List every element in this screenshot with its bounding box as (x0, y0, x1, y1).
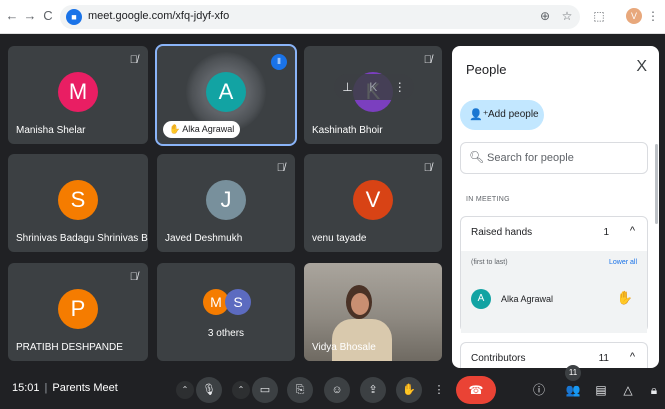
mic-off-icon: 🎙̸ (129, 271, 138, 283)
participant-name-chip: ✋ Alka Agrawal (163, 121, 241, 138)
participant-tile[interactable]: S Shrinivas Badagu Shrinivas Ba... (8, 154, 148, 252)
forward-icon[interactable]: → (22, 8, 38, 24)
search-icon: 🔍︎ (469, 150, 485, 164)
video-person-body (332, 319, 392, 361)
video-settings-chevron-icon[interactable]: ⌃ (232, 381, 250, 399)
chat-icon[interactable]: ▤ (591, 380, 611, 400)
avatar: V (353, 180, 393, 220)
participant-name: Manisha Shelar (16, 125, 86, 136)
others-label: 3 others (207, 328, 245, 339)
search-box[interactable]: 🔍︎ (460, 142, 648, 174)
chevron-up-icon[interactable]: ^ (630, 351, 635, 363)
meeting-controls-bar: 15:01 | Parents Meet ⌃ 🎙︎ ⌃ ▭ ⎘ ☺ ⇪ ✋ ⋮ ☎ … (0, 365, 665, 409)
audio-settings-chevron-icon[interactable]: ⌃ (176, 381, 194, 399)
browser-toolbar: ← → C ■ meet.google.com/xfq-jdyf-xfo ⊕ ☆… (0, 0, 665, 34)
people-count-badge: 11 (565, 365, 581, 381)
list-item[interactable]: A Alka Agrawal ✋ (471, 289, 641, 311)
add-people-label: Add people (488, 109, 539, 120)
in-meeting-heading: IN MEETING (466, 196, 510, 203)
participant-video-tile[interactable]: Vidya Bhosale (304, 263, 442, 361)
mic-button[interactable]: 🎙︎ (196, 377, 222, 403)
present-button[interactable]: ⇪ (360, 377, 386, 403)
url-text[interactable]: meet.google.com/xfq-jdyf-xfo (88, 10, 229, 22)
lower-all-button[interactable]: Lower all (609, 259, 637, 266)
avatar: J (206, 180, 246, 220)
extensions-icon[interactable]: ⬚ (590, 7, 608, 25)
section-label: Contributors (471, 353, 526, 364)
participant-tile[interactable]: 🎙̸ P PRATIBH DESHPANDE (8, 263, 148, 361)
raised-hands-section: Raised hands 1 ^ (first to last) Lower a… (460, 216, 648, 333)
participant-tile[interactable]: 🎙̸ V venu tayade (304, 154, 442, 252)
add-people-button[interactable]: 👤⁺ Add people (460, 100, 544, 130)
participant-name: Javed Deshmukh (165, 233, 243, 244)
panel-title: People (466, 62, 507, 77)
speaking-indicator-icon: ⦀ (271, 54, 287, 70)
mic-off-icon: 🎙̸ (129, 54, 138, 66)
order-hint: (first to last) (471, 259, 508, 266)
info-icon[interactable]: ⓘ (529, 380, 549, 400)
host-controls-icon[interactable]: 🔒︎ (644, 380, 664, 400)
mic-off-icon: 🎙̸ (423, 54, 432, 66)
section-count: 1 (603, 227, 609, 238)
contributors-section[interactable]: Contributors 11 ^ (460, 342, 648, 368)
participant-name: Kashinath Bhoir (312, 125, 383, 136)
close-icon[interactable]: X (636, 58, 647, 76)
chevron-up-icon[interactable]: ^ (630, 225, 635, 237)
tile-hover-controls: ⊥ K ⋮ (334, 74, 414, 100)
raised-hands-list: (first to last) Lower all A Alka Agrawal… (461, 251, 647, 333)
avatar: A (206, 72, 246, 112)
participant-tile[interactable]: 🎙̸ M Manisha Shelar (8, 46, 148, 144)
others-tile[interactable]: M S 3 others (157, 263, 295, 361)
participant-tile[interactable]: 🎙̸ K ⊥ K ⋮ Kashinath Bhoir (304, 46, 442, 144)
avatar: P (58, 289, 98, 329)
avatar: S (225, 289, 251, 315)
participant-tile[interactable]: 🎙̸ J Javed Deshmukh (157, 154, 295, 252)
participant-tile-active-speaker[interactable]: A ⦀ ✋ Alka Agrawal (155, 44, 297, 146)
participant-name: PRATIBH DESHPANDE (16, 342, 123, 353)
participant-name: Vidya Bhosale (312, 342, 376, 353)
participant-name: Shrinivas Badagu Shrinivas Ba... (16, 233, 148, 244)
pin-icon[interactable]: ⊥ (342, 74, 352, 100)
participant-name: Alka Agrawal (501, 294, 554, 304)
people-panel: People X 👤⁺ Add people 🔍︎ IN MEETING Rai… (452, 46, 659, 368)
address-bar[interactable]: ■ meet.google.com/xfq-jdyf-xfo (60, 5, 580, 29)
meet-stage: 🎙̸ M Manisha Shelar A ⦀ ✋ Alka Agrawal 🎙… (0, 34, 665, 409)
meeting-name: Parents Meet (52, 382, 118, 394)
section-count: 11 (598, 353, 609, 364)
people-icon[interactable]: 👥 (563, 380, 583, 400)
captions-button[interactable]: ⎘ (287, 377, 313, 403)
bookmark-star-icon[interactable]: ☆ (558, 7, 576, 25)
meeting-details: 15:01 | Parents Meet (12, 382, 118, 394)
emoji-button[interactable]: ☺ (324, 377, 350, 403)
profile-avatar[interactable]: V (626, 8, 642, 24)
camera-button[interactable]: ▭ (252, 377, 278, 403)
divider: | (44, 382, 48, 394)
section-label: Raised hands (471, 227, 533, 238)
end-call-button[interactable]: ☎ (456, 376, 496, 404)
avatar: A (471, 289, 491, 309)
raised-hand-icon[interactable]: ✋ (617, 290, 633, 306)
avatar-initial-behind: K (369, 80, 378, 94)
meet-site-icon: ■ (66, 9, 82, 25)
reload-icon[interactable]: C (40, 8, 56, 24)
back-icon[interactable]: ← (4, 8, 20, 24)
raise-hand-button[interactable]: ✋ (396, 377, 422, 403)
video-person-face (351, 293, 369, 315)
more-options-button[interactable]: ⋮ (432, 377, 446, 403)
zoom-icon[interactable]: ⊕ (536, 7, 554, 25)
panel-scrollbar[interactable] (655, 144, 658, 224)
search-input[interactable] (487, 144, 642, 172)
add-person-icon: 👤⁺ (469, 109, 489, 121)
participant-name: Alka Agrawal (182, 124, 235, 134)
mic-off-icon: 🎙̸ (423, 162, 432, 174)
avatar: S (58, 180, 98, 220)
activities-icon[interactable]: △ (618, 380, 638, 400)
raised-hands-header[interactable]: Raised hands 1 ^ (461, 217, 647, 251)
more-options-icon[interactable]: ⋮ (394, 74, 406, 100)
mic-off-icon: 🎙̸ (276, 162, 285, 174)
avatar: M (58, 72, 98, 112)
clock-time: 15:01 (12, 382, 40, 394)
browser-menu-icon[interactable]: ⋮ (644, 7, 662, 25)
participant-name: venu tayade (312, 233, 367, 244)
